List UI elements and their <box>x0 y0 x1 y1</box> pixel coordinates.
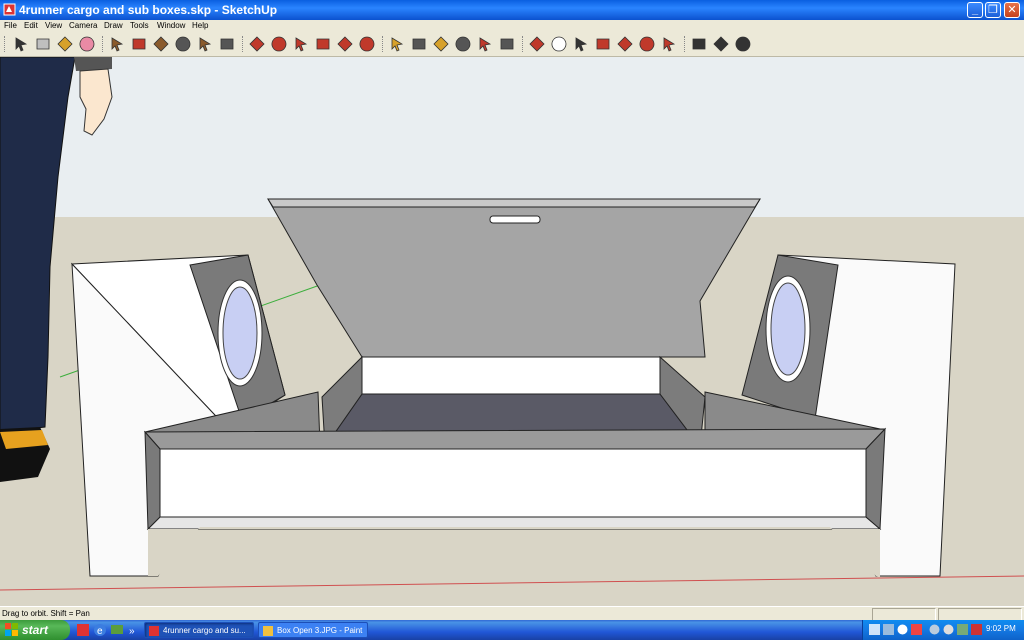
task-sketchup-label: 4runner cargo and su... <box>163 626 246 635</box>
push-pull-icon[interactable] <box>270 35 288 53</box>
windows-flag-icon <box>5 623 18 636</box>
protractor-icon[interactable] <box>432 35 450 53</box>
make-component-icon[interactable] <box>34 35 52 53</box>
tray-security-icon[interactable] <box>957 624 968 635</box>
3d-text-icon[interactable] <box>498 35 516 53</box>
toolbar-separator <box>242 36 246 52</box>
task-paint-label: Box Open 3.JPG - Paint <box>277 626 363 635</box>
quick-launch-sketchup-icon[interactable] <box>76 623 90 637</box>
menu-tools[interactable]: Tools <box>130 20 149 32</box>
menu-file[interactable]: File <box>4 20 17 32</box>
previous-view-icon[interactable] <box>638 35 656 53</box>
menu-bar: File Edit View Camera Draw Tools Window … <box>0 20 1024 32</box>
axes-icon[interactable] <box>476 35 494 53</box>
clock[interactable]: 9:02 PM <box>986 624 1016 633</box>
tray-network-icon[interactable] <box>869 624 880 635</box>
restore-button[interactable]: ❐ <box>985 2 1001 18</box>
status-text: Drag to orbit. Shift = Pan <box>2 609 90 618</box>
quick-launch-expand-icon[interactable]: » <box>127 623 141 637</box>
select-arrow-icon[interactable] <box>12 35 30 53</box>
svg-text:»: » <box>129 626 135 637</box>
section-plane-icon[interactable] <box>734 35 752 53</box>
start-button[interactable]: start <box>0 620 70 640</box>
pan-hand-icon[interactable] <box>550 35 568 53</box>
freehand-icon[interactable] <box>218 35 236 53</box>
line-pencil-icon[interactable] <box>130 35 148 53</box>
zoom-window-icon[interactable] <box>594 35 612 53</box>
sketchup-task-icon <box>149 626 159 636</box>
paint-task-icon <box>263 626 273 636</box>
svg-text:e: e <box>97 626 103 637</box>
tray-help-icon[interactable] <box>897 624 908 635</box>
close-button[interactable]: ✕ <box>1004 2 1020 18</box>
text-icon[interactable] <box>454 35 472 53</box>
dimension-icon[interactable] <box>410 35 428 53</box>
tray-collapse-icon[interactable] <box>929 624 940 635</box>
toolbar-separator <box>522 36 526 52</box>
toolbar-grip[interactable] <box>4 36 8 52</box>
orbit-icon[interactable] <box>528 35 546 53</box>
move-icon[interactable] <box>248 35 266 53</box>
sky <box>0 57 1024 217</box>
rectangle-icon[interactable] <box>108 35 126 53</box>
taskbar: start e » 4runner cargo and su... Box Op… <box>0 620 1024 640</box>
toolbar-separator <box>382 36 386 52</box>
menu-window[interactable]: Window <box>157 20 185 32</box>
circle-icon[interactable] <box>152 35 170 53</box>
polygon-icon[interactable] <box>196 35 214 53</box>
rotate-icon[interactable] <box>292 35 310 53</box>
quick-launch-desktop-icon[interactable] <box>110 623 124 637</box>
task-sketchup[interactable]: 4runner cargo and su... <box>144 622 254 638</box>
toolbar-separator <box>102 36 106 52</box>
menu-edit[interactable]: Edit <box>24 20 38 32</box>
quick-launch-ie-icon[interactable]: e <box>93 623 107 637</box>
tray-shield-icon[interactable] <box>911 624 922 635</box>
window-title: 4runner cargo and sub boxes.skp - Sketch… <box>19 3 278 17</box>
sketchup-app-icon <box>3 3 16 16</box>
menu-draw[interactable]: Draw <box>104 20 123 32</box>
start-label: start <box>22 623 49 637</box>
minimize-button[interactable]: _ <box>967 2 983 18</box>
eraser-icon[interactable] <box>78 35 96 53</box>
model-canvas[interactable] <box>0 57 1024 606</box>
position-camera-icon[interactable] <box>660 35 678 53</box>
menu-help[interactable]: Help <box>192 20 208 32</box>
system-tray: 9:02 PM <box>862 620 1024 640</box>
menu-view[interactable]: View <box>45 20 62 32</box>
menu-camera[interactable]: Camera <box>69 20 97 32</box>
tray-app-icon[interactable] <box>883 624 894 635</box>
tray-antivirus-icon[interactable] <box>971 624 982 635</box>
toolbar-separator <box>684 36 688 52</box>
arc-icon[interactable] <box>174 35 192 53</box>
zoom-extents-icon[interactable] <box>616 35 634 53</box>
tray-volume-icon[interactable] <box>943 624 954 635</box>
walk-icon[interactable] <box>712 35 730 53</box>
scale-icon[interactable] <box>336 35 354 53</box>
follow-me-icon[interactable] <box>314 35 332 53</box>
tool-bar <box>0 32 1024 57</box>
drawing-viewport[interactable] <box>0 57 1024 606</box>
tape-measure-icon[interactable] <box>388 35 406 53</box>
zoom-icon[interactable] <box>572 35 590 53</box>
look-around-icon[interactable] <box>690 35 708 53</box>
title-bar[interactable]: 4runner cargo and sub boxes.skp - Sketch… <box>0 0 1024 20</box>
task-paint[interactable]: Box Open 3.JPG - Paint <box>258 622 368 638</box>
paint-bucket-icon[interactable] <box>56 35 74 53</box>
offset-icon[interactable] <box>358 35 376 53</box>
status-bar: Drag to orbit. Shift = Pan <box>0 606 1024 621</box>
